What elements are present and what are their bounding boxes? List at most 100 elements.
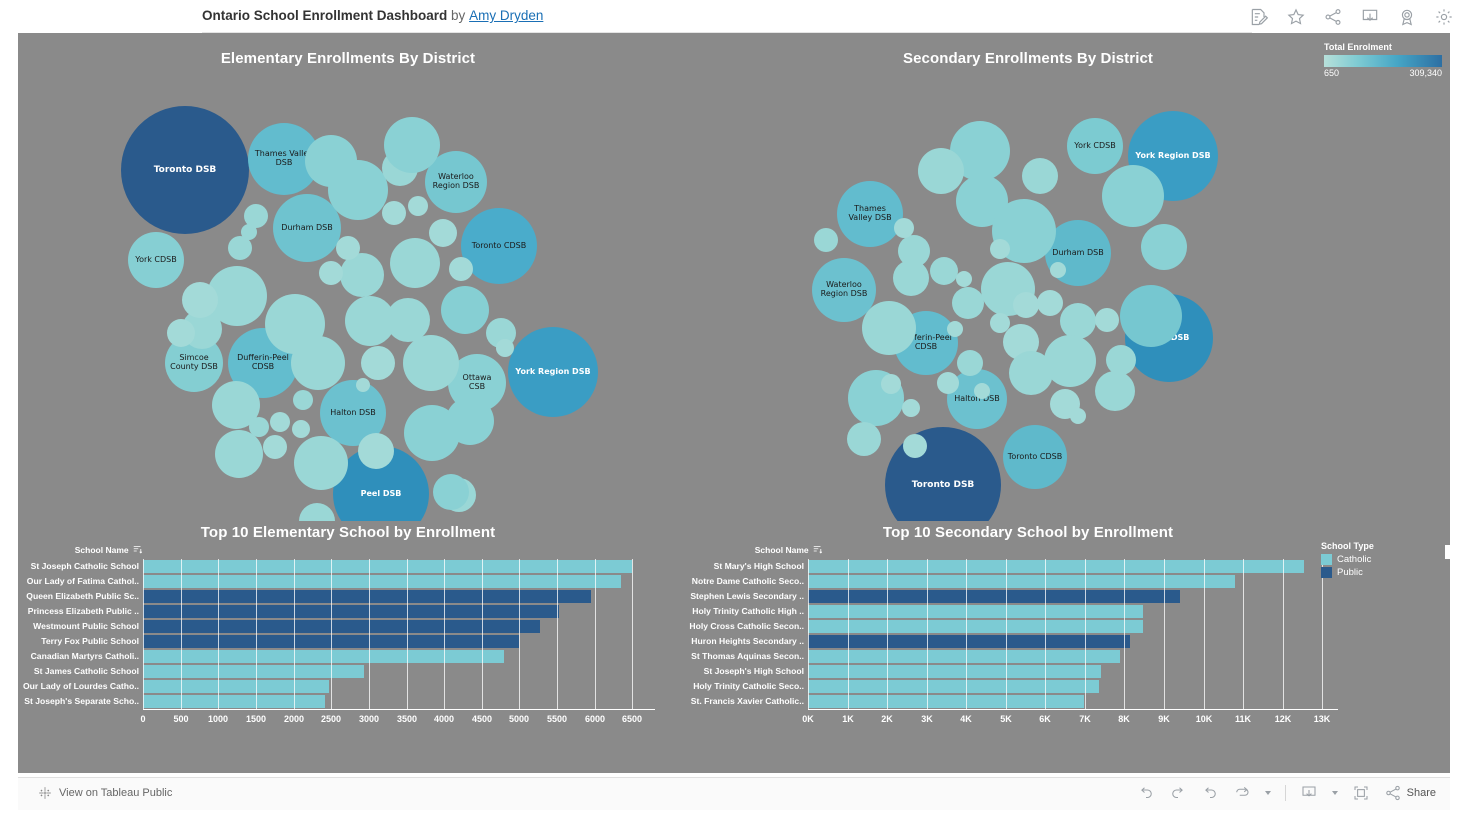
bubble-unlabeled[interactable] bbox=[291, 336, 345, 390]
bubble-unlabeled[interactable] bbox=[947, 321, 963, 337]
bubble-unlabeled[interactable] bbox=[167, 319, 195, 347]
bubble-toronto-dsb[interactable]: Toronto DSB bbox=[121, 106, 249, 234]
sort-icon[interactable] bbox=[133, 545, 142, 554]
bubble-unlabeled[interactable] bbox=[1022, 158, 1058, 194]
secondary-bubble-chart[interactable]: York CDSB York Region DSB Thames Valley DS… bbox=[698, 66, 1358, 521]
bubble-unlabeled[interactable] bbox=[433, 474, 469, 510]
sort-icon[interactable] bbox=[813, 545, 822, 554]
bar-row-label[interactable]: Westmount Public School bbox=[18, 619, 139, 634]
bar-row[interactable]: Terry Fox Public School bbox=[18, 634, 655, 649]
edit-viz-icon[interactable] bbox=[1249, 7, 1269, 27]
bubble-unlabeled[interactable] bbox=[293, 390, 313, 410]
bar-row[interactable]: Westmount Public School bbox=[18, 619, 655, 634]
bar-row-label[interactable]: St Joseph's Separate Scho.. bbox=[18, 694, 139, 709]
download-icon[interactable] bbox=[1360, 7, 1380, 27]
bar-row[interactable]: Our Lady of Fatima Cathol.. bbox=[18, 574, 655, 589]
bar[interactable] bbox=[808, 575, 1235, 588]
bar[interactable] bbox=[808, 665, 1101, 678]
bubble-unlabeled[interactable] bbox=[847, 422, 881, 456]
bubble-unlabeled[interactable] bbox=[182, 282, 218, 318]
bubble-unlabeled[interactable] bbox=[1106, 345, 1136, 375]
share-button[interactable]: Share bbox=[1384, 784, 1436, 802]
bar-row-label[interactable]: Queen Elizabeth Public Sc.. bbox=[18, 589, 139, 604]
bar[interactable] bbox=[808, 695, 1084, 708]
author-link[interactable]: Amy Dryden bbox=[469, 8, 543, 23]
bubble-unlabeled[interactable] bbox=[382, 201, 406, 225]
bubble-unlabeled[interactable] bbox=[358, 433, 394, 469]
bar-row[interactable]: St Joseph Catholic School bbox=[18, 559, 655, 574]
bubble-unlabeled[interactable] bbox=[893, 260, 929, 296]
bubble-unlabeled[interactable] bbox=[263, 435, 287, 459]
bubble-unlabeled[interactable] bbox=[305, 135, 357, 187]
bar[interactable] bbox=[808, 620, 1143, 633]
bubble-unlabeled[interactable] bbox=[429, 219, 457, 247]
elementary-bar-chart[interactable]: School Name St Joseph Catholic School Our… bbox=[18, 545, 678, 760]
bubble-unlabeled[interactable] bbox=[361, 346, 395, 380]
bubble-unlabeled[interactable] bbox=[1120, 285, 1182, 347]
bubble-unlabeled[interactable] bbox=[974, 383, 990, 399]
bubble-unlabeled[interactable] bbox=[319, 261, 343, 285]
bar-row[interactable]: Holy Trinity Catholic High .. bbox=[692, 604, 1338, 619]
bar-row-label[interactable]: Canadian Martyrs Catholi.. bbox=[18, 649, 139, 664]
bar-row-label[interactable]: St James Catholic School bbox=[18, 664, 139, 679]
bar[interactable] bbox=[808, 650, 1120, 663]
bubble-unlabeled[interactable] bbox=[990, 313, 1010, 333]
bubble-unlabeled[interactable] bbox=[408, 196, 428, 216]
bar[interactable] bbox=[143, 590, 591, 603]
bar-row-label[interactable]: Princess Elizabeth Public .. bbox=[18, 604, 139, 619]
bubble-york-cdsb[interactable]: York CDSB bbox=[1067, 118, 1123, 174]
bubble-toronto-cdsb[interactable]: Toronto CDSB bbox=[1003, 425, 1067, 489]
bubble-unlabeled[interactable] bbox=[1060, 303, 1096, 339]
bubble-unlabeled[interactable] bbox=[446, 397, 494, 445]
bar-row-label[interactable]: St Joseph's High School bbox=[680, 664, 804, 679]
bubble-unlabeled[interactable] bbox=[990, 239, 1010, 259]
bubble-unlabeled[interactable] bbox=[1141, 224, 1187, 270]
total-enrolment-color-legend[interactable]: Total Enrolment 650 309,340 bbox=[1324, 42, 1450, 86]
bar-row-label[interactable]: Holy Trinity Catholic Seco.. bbox=[680, 679, 804, 694]
undo-icon[interactable] bbox=[1137, 784, 1155, 802]
bubble-unlabeled[interactable] bbox=[862, 301, 916, 355]
bar-row-label[interactable]: Holy Trinity Catholic High .. bbox=[680, 604, 804, 619]
bar[interactable] bbox=[808, 560, 1304, 573]
bar[interactable] bbox=[808, 635, 1130, 648]
bar[interactable] bbox=[143, 605, 559, 618]
bar-row[interactable]: Canadian Martyrs Catholi.. bbox=[18, 649, 655, 664]
chevron-down-icon[interactable] bbox=[1331, 791, 1338, 795]
bar-row[interactable]: Stephen Lewis Secondary .. bbox=[690, 589, 1338, 604]
bubble-unlabeled[interactable] bbox=[1013, 292, 1039, 318]
bubble-unlabeled[interactable] bbox=[228, 236, 252, 260]
bar[interactable] bbox=[143, 575, 621, 588]
view-on-tableau-public-button[interactable]: View on Tableau Public bbox=[38, 786, 172, 800]
bubble-unlabeled[interactable] bbox=[952, 287, 984, 319]
bubble-york-region-dsb[interactable]: York Region DSB bbox=[508, 327, 598, 417]
chevron-down-icon[interactable] bbox=[1264, 791, 1271, 795]
bar-row[interactable]: Queen Elizabeth Public Sc.. bbox=[18, 589, 655, 604]
bar-row[interactable]: St Joseph's Separate Scho.. bbox=[18, 694, 655, 709]
bar[interactable] bbox=[143, 620, 540, 633]
settings-gear-icon[interactable] bbox=[1434, 7, 1454, 27]
bubble-unlabeled[interactable] bbox=[1070, 408, 1086, 424]
bar-row[interactable]: St Thomas Aquinas Secon.. bbox=[691, 649, 1338, 664]
bubble-unlabeled[interactable] bbox=[449, 257, 473, 281]
bar-row[interactable]: Our Lady of Lourdes Catho.. bbox=[18, 679, 655, 694]
bubble-unlabeled[interactable] bbox=[902, 399, 920, 417]
secondary-bar-header[interactable]: School Name bbox=[698, 545, 822, 555]
bar-row-label[interactable]: Our Lady of Lourdes Catho.. bbox=[18, 679, 139, 694]
bubble-unlabeled[interactable] bbox=[390, 238, 440, 288]
revert-icon[interactable] bbox=[1201, 784, 1219, 802]
bar-row[interactable]: Notre Dame Catholic Seco.. bbox=[692, 574, 1338, 589]
elementary-bubble-chart[interactable]: Toronto DSB Thames Valley DSB Waterloo Reg… bbox=[18, 66, 678, 521]
bubble-unlabeled[interactable] bbox=[881, 374, 901, 394]
bar-row[interactable]: St Mary's High School bbox=[698, 559, 1338, 574]
bubble-unlabeled[interactable] bbox=[249, 417, 269, 437]
bubble-unlabeled[interactable] bbox=[918, 148, 964, 194]
bubble-unlabeled[interactable] bbox=[903, 434, 927, 458]
bar[interactable] bbox=[143, 695, 325, 708]
bubble-unlabeled[interactable] bbox=[1044, 335, 1096, 387]
download-icon[interactable] bbox=[1300, 784, 1318, 802]
school-type-legend[interactable]: School Type Catholic Public bbox=[1321, 541, 1417, 585]
bar-row-label[interactable]: Huron Heights Secondary .. bbox=[680, 634, 804, 649]
bubble-unlabeled[interactable] bbox=[356, 378, 370, 392]
bubble-unlabeled[interactable] bbox=[937, 372, 959, 394]
bar[interactable] bbox=[143, 560, 632, 573]
